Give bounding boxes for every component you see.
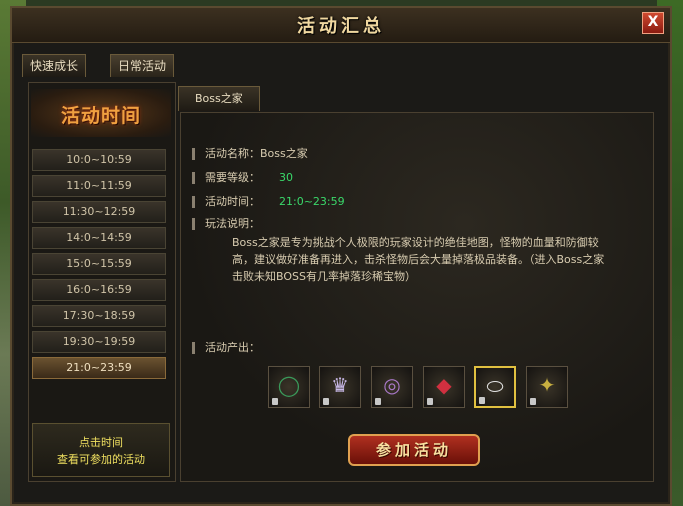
ornament-icon[interactable]: ✦: [526, 366, 568, 408]
output-row: 活动产出：: [192, 340, 492, 356]
time-slot[interactable]: 14:0~14:59: [32, 227, 166, 249]
tab-fast-growth[interactable]: 快速成长: [22, 54, 87, 77]
hint-text: 点击时间: [79, 436, 123, 449]
time-slot[interactable]: 11:30~12:59: [32, 201, 166, 223]
item-glyph: ◆: [436, 373, 452, 397]
join-activity-button[interactable]: 参加活动: [348, 434, 480, 466]
output-label: 活动产出：: [205, 341, 260, 354]
level-value: 30: [279, 171, 293, 184]
bracelet-icon[interactable]: ◎: [371, 366, 413, 408]
lock-icon: [479, 397, 485, 404]
time-value: 21:0~23:59: [279, 195, 345, 208]
tab-boss-home[interactable]: Boss之家: [178, 86, 260, 111]
item-glyph: ✦: [538, 373, 556, 397]
description-label: 玩法说明：: [205, 217, 260, 230]
activity-name-row: 活动名称：Boss之家: [192, 146, 492, 162]
time-label: 活动时间：: [205, 195, 260, 208]
window-title: 活动汇总: [297, 16, 385, 37]
time-banner: 活动时间: [31, 89, 171, 137]
time-slot[interactable]: 10:0~10:59: [32, 149, 166, 171]
lock-icon: [530, 398, 536, 405]
lock-icon: [375, 398, 381, 405]
time-banner-label: 活动时间: [60, 105, 141, 127]
time-slot[interactable]: 19:30~19:59: [32, 331, 166, 353]
bullet-bar: [192, 218, 195, 230]
time-slot[interactable]: 15:0~15:59: [32, 253, 166, 275]
gem-ring-icon[interactable]: ◆: [423, 366, 465, 408]
level-label: 需要等级：: [205, 171, 260, 184]
activity-name-label: 活动名称：Boss之家: [205, 147, 308, 160]
necklace-icon[interactable]: ◯: [268, 366, 310, 408]
tab-daily-activity[interactable]: 日常活动: [110, 54, 175, 77]
item-glyph: ⬭: [486, 374, 504, 398]
time-slot[interactable]: 16:0~16:59: [32, 279, 166, 301]
description-row: 玩法说明：: [192, 216, 492, 232]
level-row: 需要等级： 30: [192, 170, 492, 186]
time-slot[interactable]: 11:0~11:59: [32, 175, 166, 197]
bullet-bar: [192, 148, 195, 160]
description-text: Boss之家是专为挑战个人极限的玩家设计的绝佳地图，怪物的血量和防御较高，建议做…: [232, 236, 605, 283]
bullet-bar: [192, 172, 195, 184]
time-slot-selected[interactable]: 21:0~23:59: [32, 357, 166, 379]
hint-box: 点击时间 查看可参加的活动: [32, 423, 170, 477]
item-glyph: ◯: [277, 373, 301, 397]
lock-icon: [323, 398, 329, 405]
activity-detail-panel: [180, 112, 654, 482]
bullet-bar: [192, 196, 195, 208]
time-slot[interactable]: 17:30~18:59: [32, 305, 166, 327]
bullet-bar: [192, 342, 195, 354]
lock-icon: [427, 398, 433, 405]
hint-subtext: 查看可参加的活动: [57, 453, 145, 466]
item-glyph: ◎: [383, 373, 401, 397]
item-glyph: ♛: [331, 373, 349, 397]
lock-icon: [272, 398, 278, 405]
crown-icon[interactable]: ♛: [319, 366, 361, 408]
time-panel: 活动时间 10:0~10:59 11:0~11:59 11:30~12:59 1…: [28, 82, 176, 482]
close-button[interactable]: X: [642, 12, 664, 34]
time-row: 活动时间： 21:0~23:59: [192, 194, 492, 210]
title-bar: 活动汇总 X: [12, 8, 670, 43]
silver-ring-icon[interactable]: ⬭: [474, 366, 516, 408]
